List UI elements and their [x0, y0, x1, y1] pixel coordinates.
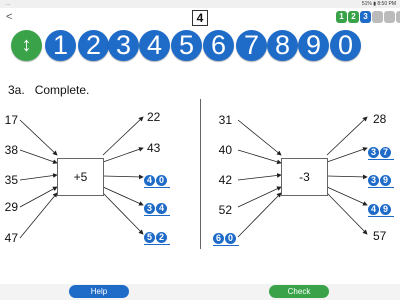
divider — [200, 99, 201, 249]
left-input-3: 35 — [4, 173, 18, 187]
right-answer-2[interactable]: 37 — [368, 142, 394, 160]
answer-digit: 9 — [380, 175, 391, 186]
right-input-2: 40 — [218, 143, 232, 157]
answer-digit: 7 — [380, 147, 391, 158]
right-input-3: 42 — [218, 173, 232, 187]
answer-digit: 5 — [144, 232, 155, 243]
answer-digit: 0 — [156, 175, 167, 186]
answer-digit: 2 — [156, 232, 167, 243]
answer-digit: 4 — [144, 175, 155, 186]
help-button[interactable]: Help — [69, 285, 129, 298]
right-input-1: 31 — [218, 113, 232, 127]
answer-digit: 3 — [368, 175, 379, 186]
answer-underline — [368, 216, 394, 217]
answer-digit: 4 — [156, 203, 167, 214]
right-answer-4[interactable]: 49 — [368, 199, 394, 217]
right-output-1: 28 — [373, 112, 387, 126]
left-operation-box: +5 — [57, 158, 104, 196]
left-input-2: 38 — [4, 143, 18, 157]
answer-digit: 4 — [368, 204, 379, 215]
answer-underline — [144, 187, 170, 188]
answer-underline — [144, 244, 170, 245]
answer-underline — [368, 187, 394, 188]
right-answer-3[interactable]: 39 — [368, 170, 394, 188]
answer-digit: 9 — [380, 204, 391, 215]
left-input-1: 17 — [4, 113, 18, 127]
answer-digit: 0 — [225, 233, 236, 244]
answer-digit: 6 — [213, 233, 224, 244]
check-button[interactable]: Check — [269, 285, 329, 298]
left-input-5: 47 — [4, 231, 18, 245]
answer-underline — [368, 159, 394, 160]
answer-digit: 3 — [368, 147, 379, 158]
left-output-2: 43 — [147, 141, 161, 155]
left-output-1: 22 — [147, 110, 161, 124]
answer-underline — [144, 215, 170, 216]
left-answer-5[interactable]: 52 — [144, 227, 170, 245]
right-input-4: 52 — [218, 203, 232, 217]
answer-underline — [213, 245, 239, 246]
answer-digit: 3 — [144, 203, 155, 214]
right-operation-box: -3 — [281, 158, 328, 196]
left-input-4: 29 — [4, 200, 18, 214]
right-output-5: 57 — [373, 229, 387, 243]
bottom-bar — [0, 284, 400, 300]
left-answer-3[interactable]: 40 — [144, 170, 170, 188]
right-answer-input-5[interactable]: 60 — [213, 228, 239, 246]
left-answer-4[interactable]: 34 — [144, 198, 170, 216]
